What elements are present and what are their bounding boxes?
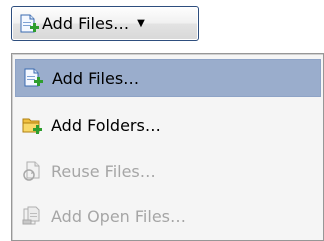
add-files-dropdown-button[interactable]: Add Files… ▼ bbox=[11, 6, 199, 41]
menu-item-add-folders[interactable]: Add Folders… bbox=[15, 106, 321, 144]
add-files-dropdown-screen: Add Files… ▼ Add Files… Add Folders… Reu… bbox=[0, 0, 324, 241]
add-files-menu: Add Files… Add Folders… Reuse Files… Add… bbox=[11, 53, 324, 241]
add-files-icon bbox=[22, 67, 44, 89]
menu-item-add-files[interactable]: Add Files… bbox=[15, 59, 321, 97]
menu-item-add-open-files[interactable]: Add Open Files… bbox=[15, 197, 321, 235]
add-files-icon bbox=[18, 13, 40, 35]
menu-item-label: Add Folders… bbox=[51, 115, 161, 135]
chevron-down-icon: ▼ bbox=[137, 18, 145, 29]
add-open-files-icon bbox=[21, 205, 43, 227]
menu-item-reuse-files[interactable]: Reuse Files… bbox=[15, 152, 321, 190]
add-folder-icon bbox=[21, 114, 43, 136]
menu-item-label: Add Open Files… bbox=[51, 206, 186, 226]
reuse-files-icon bbox=[21, 160, 43, 182]
add-files-button-label: Add Files… bbox=[42, 14, 130, 33]
menu-item-label: Reuse Files… bbox=[51, 161, 156, 181]
menu-item-label: Add Files… bbox=[52, 68, 140, 88]
